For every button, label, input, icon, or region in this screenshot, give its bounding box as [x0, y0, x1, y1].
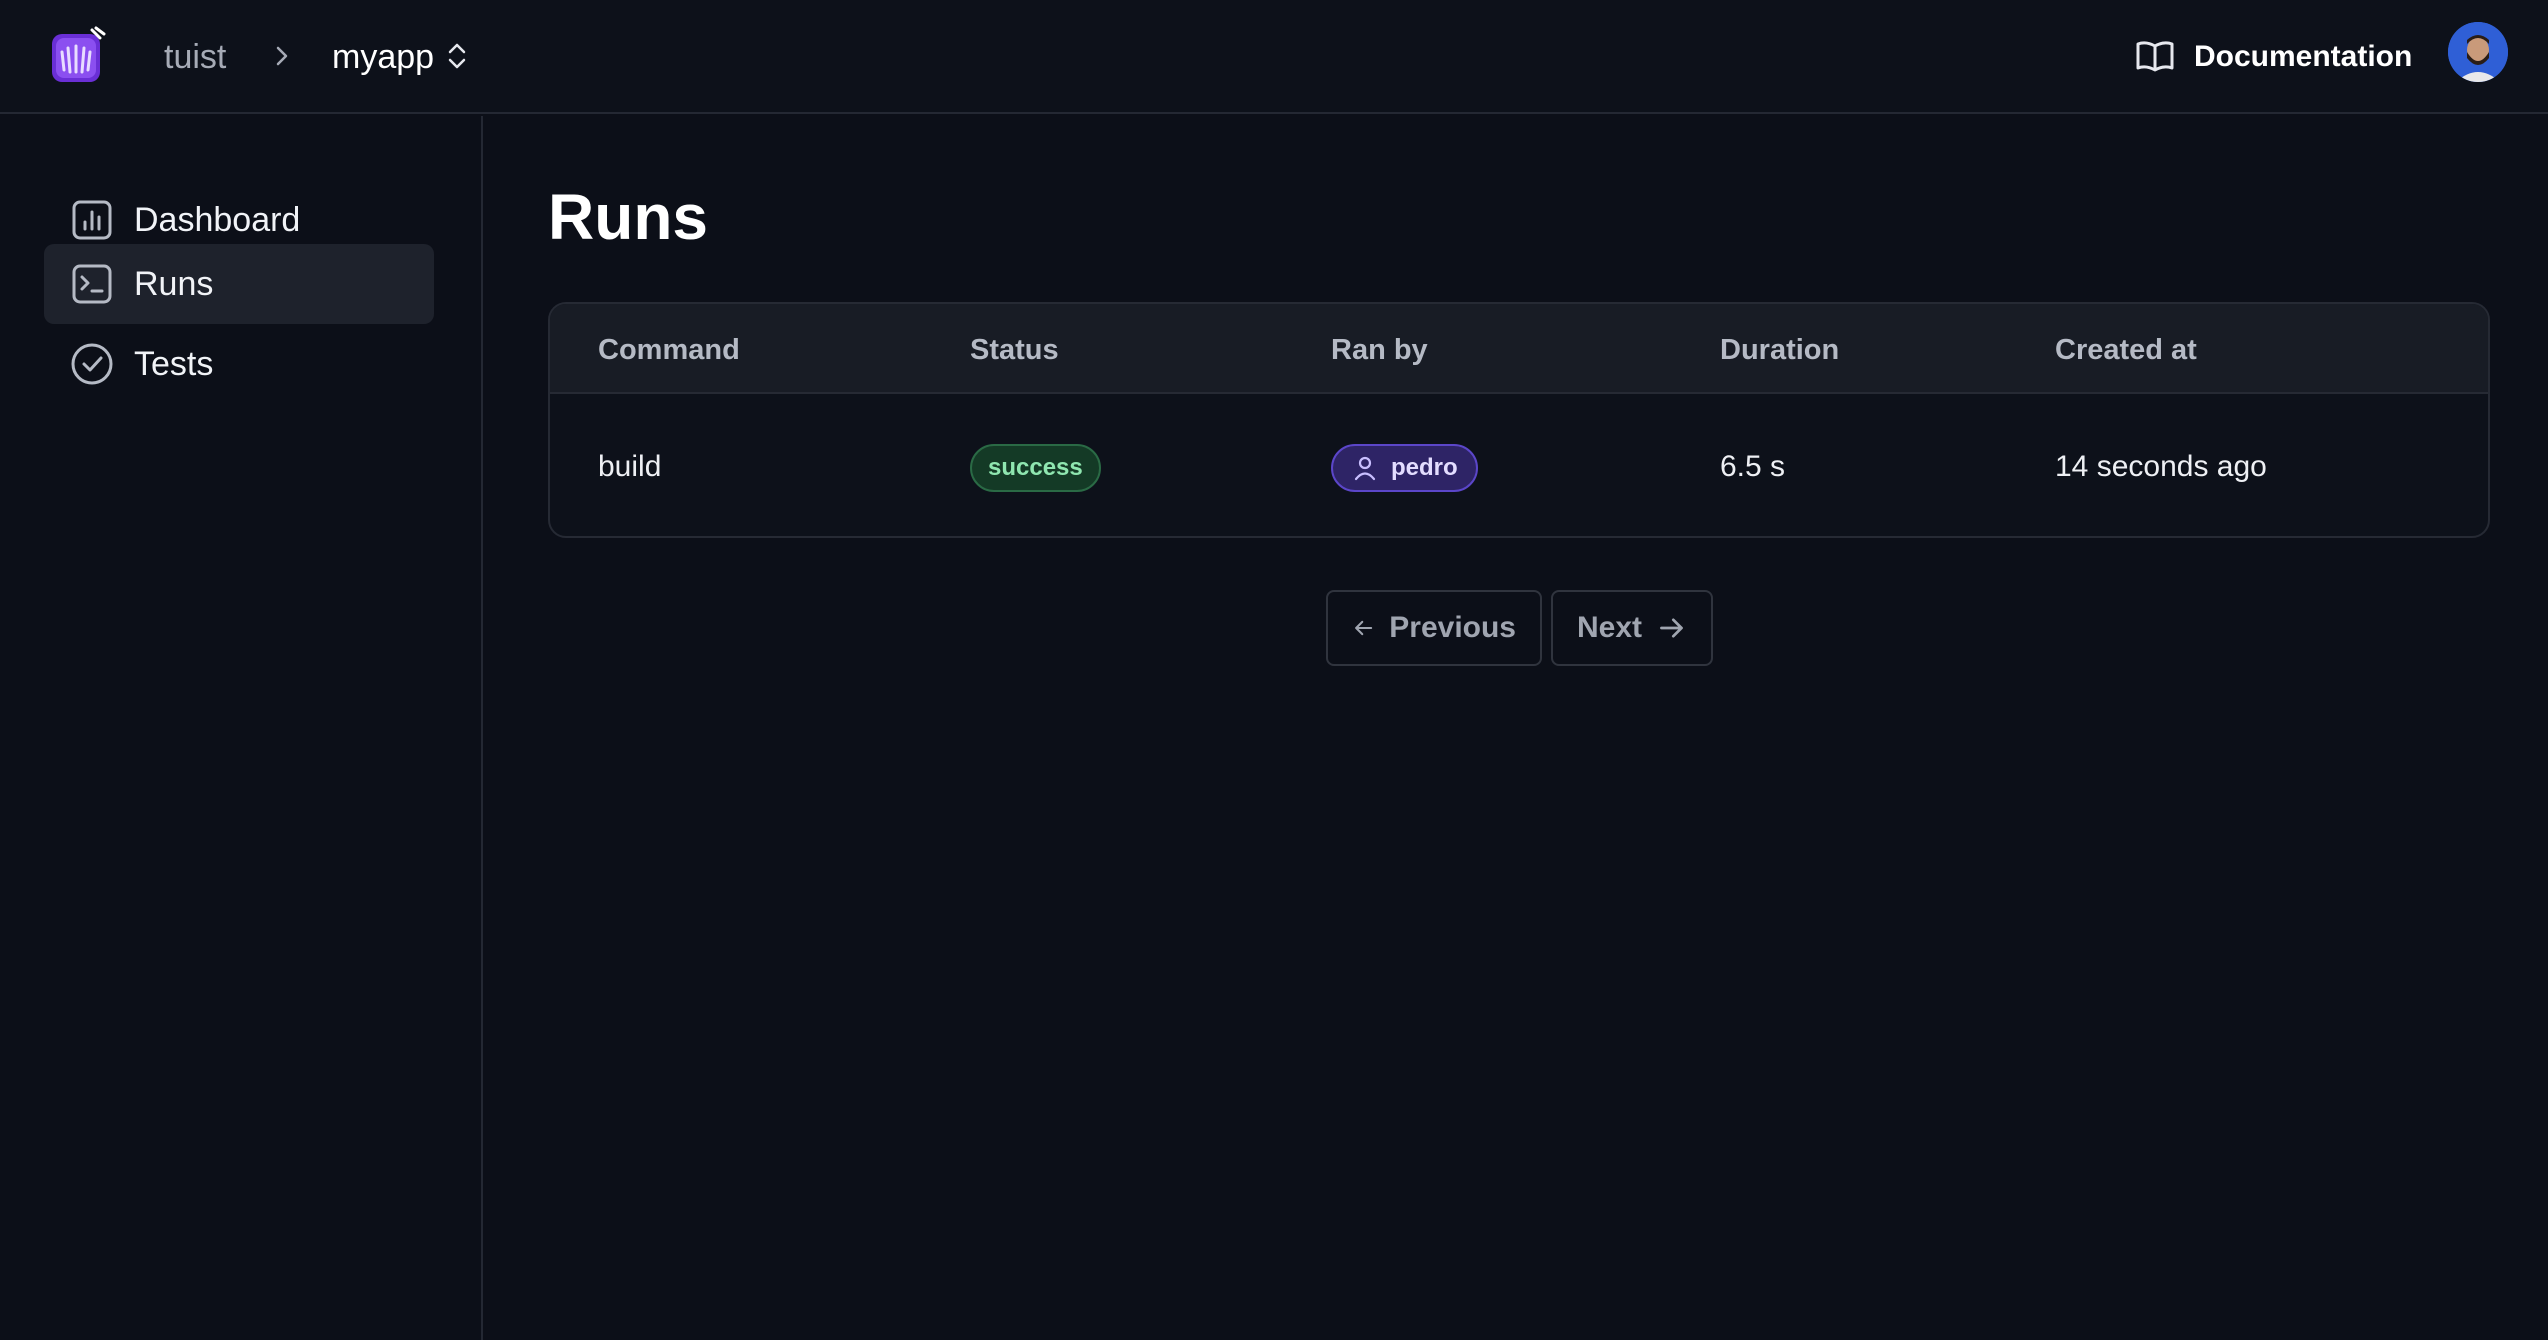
- terminal-icon: [72, 264, 112, 304]
- runs-table: Command Status Ran by Duration Created a…: [548, 302, 2490, 538]
- documentation-label: Documentation: [2194, 40, 2413, 73]
- previous-label: Previous: [1389, 611, 1516, 644]
- column-header-command: Command: [598, 334, 740, 366]
- sidebar-item-tests[interactable]: Tests: [44, 324, 434, 404]
- status-badge: success: [970, 444, 1101, 492]
- arrow-right-icon: [1660, 618, 1683, 638]
- column-header-duration: Duration: [1720, 334, 1840, 366]
- cell-command: build: [598, 450, 662, 483]
- user-avatar[interactable]: [2448, 22, 2508, 82]
- chevron-right-icon: [268, 42, 296, 70]
- documentation-link[interactable]: Documentation: [2134, 32, 2412, 82]
- chart-icon: [72, 200, 112, 240]
- table-row[interactable]: build success pedro 6.5 s 14 seconds ago: [550, 396, 2488, 536]
- arrow-left-icon: [1355, 620, 1373, 636]
- previous-button[interactable]: Previous: [1326, 590, 1542, 666]
- breadcrumb-project[interactable]: myapp: [332, 38, 434, 77]
- column-header-status: Status: [970, 334, 1059, 366]
- sidebar-item-label: Dashboard: [134, 200, 301, 239]
- main-content: Runs Command Status Ran by Duration Crea…: [485, 116, 2548, 1340]
- breadcrumb-org[interactable]: tuist: [164, 38, 226, 77]
- column-header-created-at: Created at: [2055, 334, 2197, 366]
- book-icon: [2136, 41, 2174, 72]
- check-circle-icon: [71, 343, 113, 385]
- user-icon: [1354, 456, 1376, 481]
- sidebar-item-label: Tests: [134, 344, 214, 383]
- column-header-ran-by: Ran by: [1331, 334, 1428, 366]
- top-bar: tuist myapp Documentation: [0, 0, 2548, 114]
- cell-created-at: 14 seconds ago: [2055, 450, 2267, 483]
- next-button[interactable]: Next: [1551, 590, 1713, 666]
- cell-duration: 6.5 s: [1720, 450, 1786, 483]
- sidebar: Dashboard Runs Tests: [0, 116, 483, 1340]
- page-title: Runs: [548, 181, 708, 253]
- ran-by-label: pedro: [1391, 454, 1458, 481]
- chevron-updown-icon[interactable]: [442, 38, 472, 74]
- sidebar-item-label: Runs: [134, 264, 214, 303]
- tuist-logo-icon[interactable]: [48, 26, 108, 86]
- ran-by-badge: pedro: [1331, 444, 1478, 492]
- next-label: Next: [1577, 611, 1643, 644]
- table-header: Command Status Ran by Duration Created a…: [550, 304, 2488, 394]
- sidebar-item-runs[interactable]: Runs: [44, 244, 434, 324]
